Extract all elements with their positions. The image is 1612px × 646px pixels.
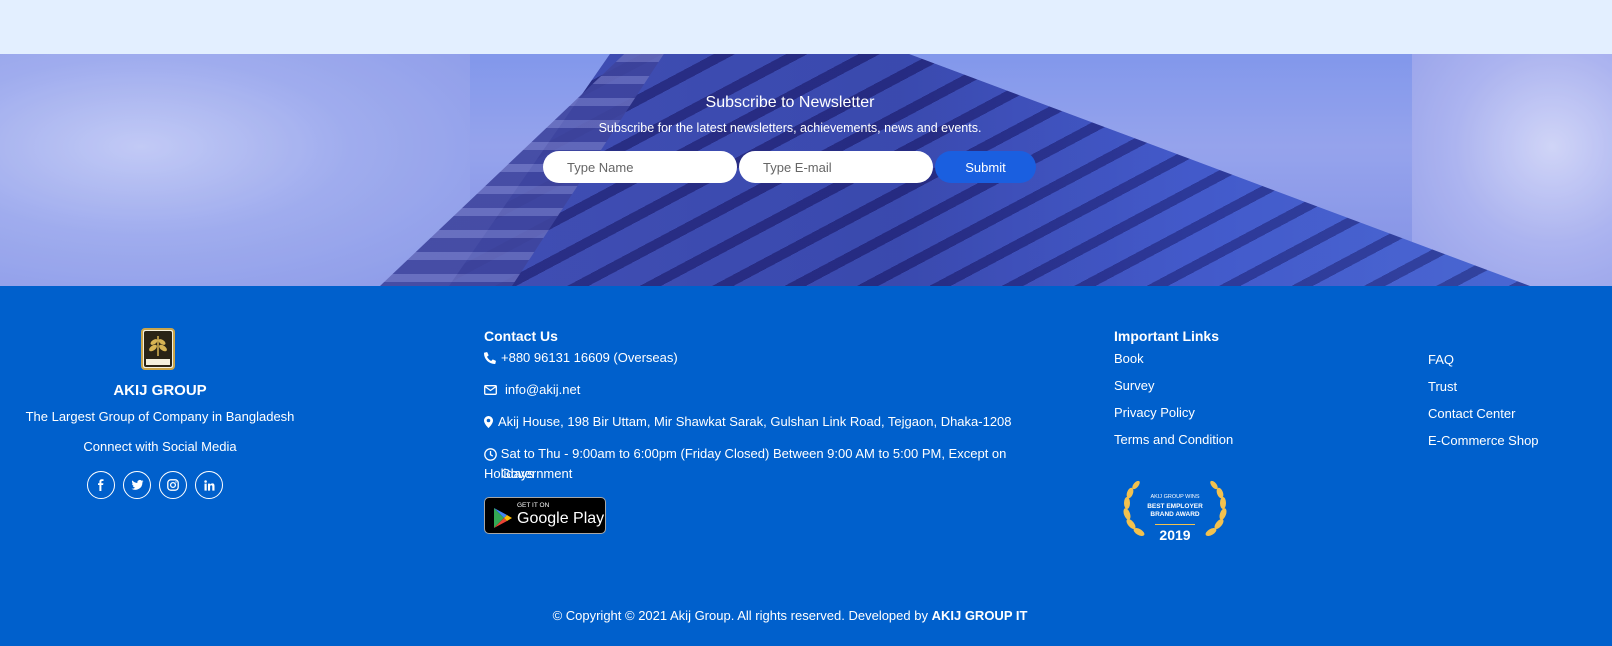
instagram-icon[interactable] <box>159 471 187 499</box>
link-survey[interactable]: Survey <box>1114 378 1154 393</box>
linkedin-icon[interactable] <box>195 471 223 499</box>
google-play-badge[interactable]: GET IT ON Google Play <box>484 497 606 534</box>
google-play-icon <box>493 507 513 534</box>
akij-logo[interactable] <box>141 328 175 370</box>
link-privacy-policy[interactable]: Privacy Policy <box>1114 405 1195 420</box>
developer-link[interactable]: AKIJ GROUP IT <box>932 608 1028 623</box>
links-title: Important Links <box>1114 328 1220 344</box>
social-links <box>87 471 223 499</box>
top-strip <box>0 0 1612 54</box>
award-badge: AKIJ GROUP WINS BEST EMPLOYER BRAND AWAR… <box>1119 480 1231 546</box>
twitter-icon[interactable] <box>123 471 151 499</box>
contact-email[interactable]: info@akij.net <box>484 380 580 400</box>
award-year: 2019 <box>1159 527 1191 543</box>
link-contact-center[interactable]: Contact Center <box>1428 406 1515 421</box>
social-connect-label: Connect with Social Media <box>83 439 237 454</box>
name-input[interactable] <box>543 151 737 183</box>
award-line2-3: BEST EMPLOYER BRAND AWARD <box>1147 503 1203 518</box>
link-terms[interactable]: Terms and Condition <box>1114 432 1233 447</box>
link-ecommerce-shop[interactable]: E-Commerce Shop <box>1428 433 1539 448</box>
contact-title: Contact Us <box>484 328 558 344</box>
contact-hours-cont: Holidays <box>484 466 534 481</box>
contact-hours: Sat to Thu - 9:00am to 6:00pm (Friday Cl… <box>484 444 1074 484</box>
newsletter-title: Subscribe to Newsletter <box>705 94 875 111</box>
envelope-icon <box>484 380 504 400</box>
link-faq[interactable]: FAQ <box>1428 352 1454 367</box>
award-line1: AKIJ GROUP WINS <box>1150 494 1200 500</box>
badge-small-text: GET IT ON <box>517 502 550 509</box>
link-trust[interactable]: Trust <box>1428 379 1457 394</box>
submit-button[interactable]: Submit <box>935 151 1036 183</box>
phone-icon <box>484 348 500 368</box>
clock-icon <box>484 444 500 464</box>
map-marker-icon <box>484 412 497 432</box>
newsletter-subtitle: Subscribe for the latest newsletters, ac… <box>598 121 982 135</box>
contact-address: Akij House, 198 Bir Uttam, Mir Shawkat S… <box>484 412 1012 432</box>
brand-tagline: The Largest Group of Company in Banglade… <box>25 409 295 424</box>
brand-name: AKIJ GROUP <box>113 382 207 399</box>
badge-big-text: Google Play <box>517 510 605 527</box>
email-input[interactable] <box>739 151 933 183</box>
site-footer: AKIJ GROUP The Largest Group of Company … <box>0 286 1612 646</box>
facebook-icon[interactable] <box>87 471 115 499</box>
contact-phone[interactable]: +880 96131 16609 (Overseas) <box>484 348 678 368</box>
copyright: © Copyright © 2021 Akij Group. All right… <box>552 608 1028 623</box>
link-book[interactable]: Book <box>1114 351 1144 366</box>
